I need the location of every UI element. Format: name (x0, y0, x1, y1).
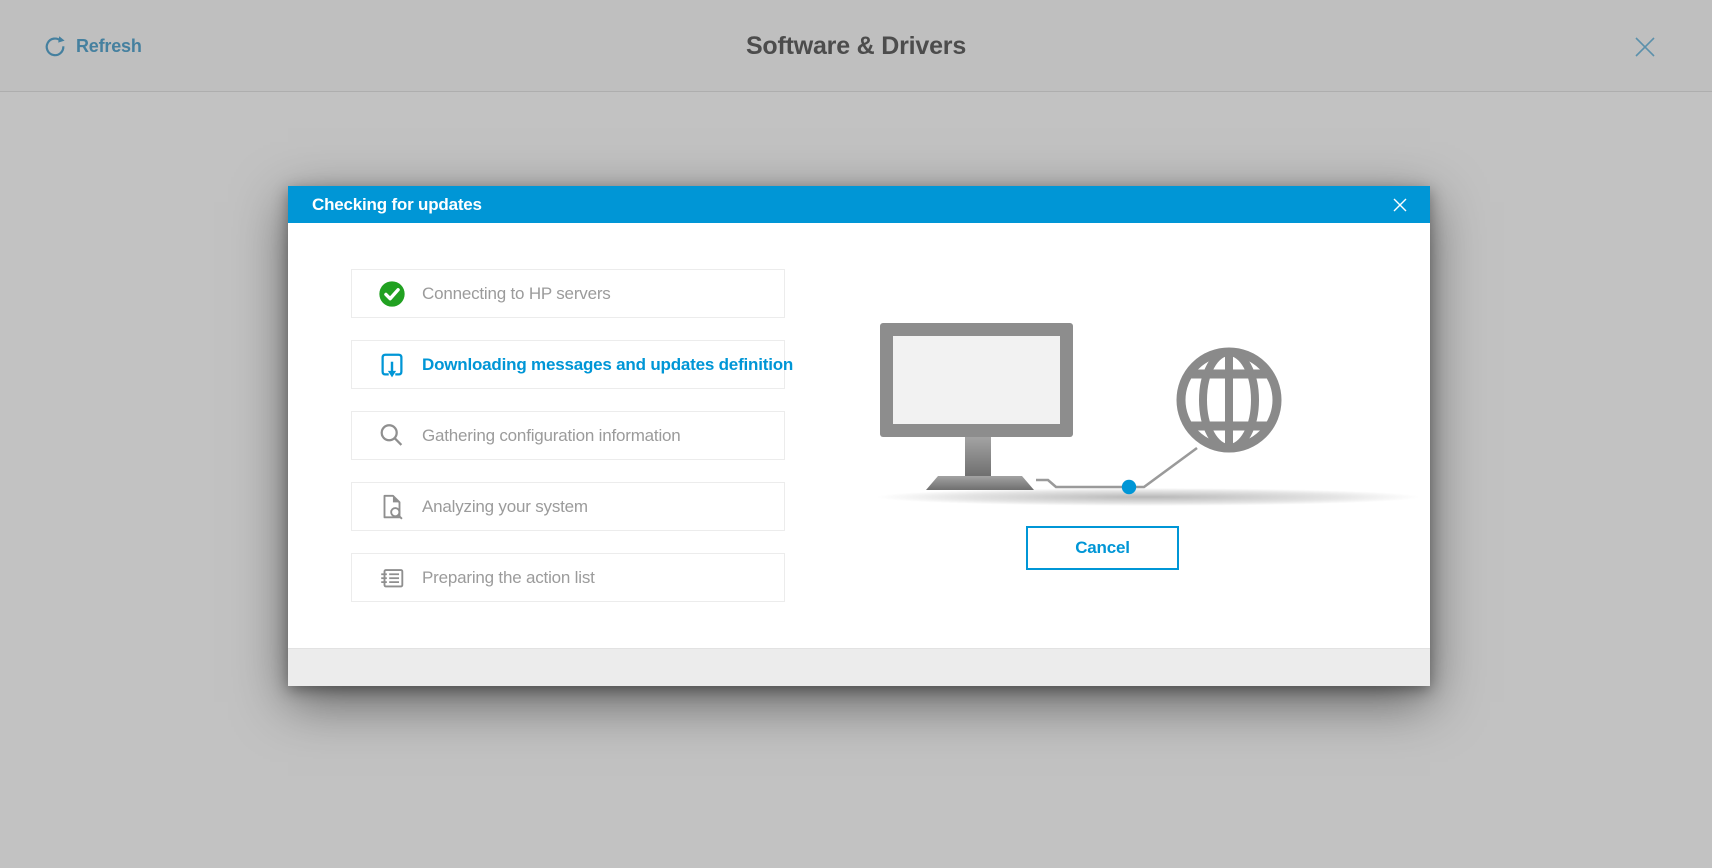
step-label: Analyzing your system (422, 496, 588, 516)
checking-for-updates-dialog: Checking for updates Connecting to HP se… (288, 186, 1430, 686)
step-label: Downloading messages and updates definit… (422, 354, 794, 374)
dialog-footer (288, 648, 1430, 686)
refresh-button[interactable]: Refresh (42, 0, 142, 92)
dialog-title: Checking for updates (312, 194, 482, 214)
step-preparing-action-list: Preparing the action list (351, 553, 785, 602)
close-icon (1393, 198, 1406, 211)
step-gathering-configuration: Gathering configuration information (351, 411, 785, 460)
app-topbar: Refresh Software & Drivers (0, 0, 1712, 92)
magnifier-icon (376, 420, 408, 452)
step-label: Preparing the action list (422, 567, 595, 587)
close-icon (1635, 37, 1655, 57)
refresh-label: Refresh (76, 35, 142, 56)
app-close-button[interactable] (1623, 25, 1667, 69)
cancel-button[interactable]: Cancel (1026, 526, 1179, 570)
data-packet-dot (1121, 479, 1137, 495)
page-title: Software & Drivers (745, 31, 967, 60)
step-analyzing-system: Analyzing your system (351, 482, 785, 531)
refresh-icon (42, 34, 67, 59)
dialog-close-button[interactable] (1381, 186, 1418, 223)
download-icon (376, 349, 408, 381)
action-list-icon (376, 562, 408, 594)
step-label: Connecting to HP servers (422, 283, 611, 303)
monitor-graphic (880, 323, 1073, 490)
step-downloading-messages: Downloading messages and updates definit… (351, 340, 793, 389)
network-cable (1036, 446, 1198, 489)
dialog-titlebar: Checking for updates (288, 186, 1430, 223)
step-label: Gathering configuration information (422, 425, 681, 445)
ground-shadow (876, 488, 1420, 506)
step-connecting-to-hp-servers: Connecting to HP servers (351, 269, 785, 318)
globe-icon (1176, 347, 1282, 453)
connection-illustration (848, 296, 1430, 508)
update-steps-list: Connecting to HP servers Downloading mes… (351, 269, 793, 624)
document-magnifier-icon (376, 491, 408, 523)
check-circle-icon (376, 278, 408, 310)
